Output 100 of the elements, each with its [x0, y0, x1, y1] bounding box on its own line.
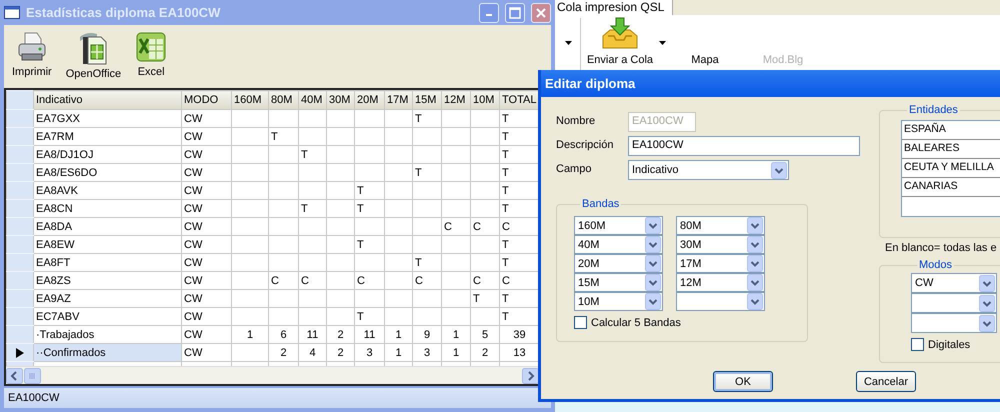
- toolbar-button[interactable]: Excel: [131, 27, 172, 82]
- table-cell: 11: [354, 326, 384, 344]
- column-header[interactable]: 40M: [298, 90, 326, 110]
- table-cell: C: [470, 272, 500, 290]
- dialog-title: Editar diploma: [541, 70, 1000, 97]
- mode-select[interactable]: CW: [911, 273, 997, 293]
- table-cell: 4: [298, 344, 326, 362]
- table-cell: ··Confirmados: [34, 344, 182, 362]
- list-item[interactable]: ESPAÑA: [902, 121, 1000, 140]
- field-select[interactable]: Indicativo: [628, 160, 789, 180]
- tab[interactable]: Cola impresion QSL: [555, 0, 674, 15]
- ok-button[interactable]: OK: [713, 371, 773, 392]
- column-header[interactable]: 30M: [326, 90, 354, 110]
- band-select[interactable]: 160M: [574, 216, 663, 235]
- table-cell: C: [470, 218, 500, 236]
- list-item[interactable]: BALEARES: [902, 140, 1000, 159]
- field-label: Nombre: [556, 114, 596, 127]
- table-cell: 1: [232, 326, 268, 344]
- band-select[interactable]: 12M: [676, 273, 765, 292]
- table-cell: CW: [182, 146, 232, 164]
- column-header[interactable]: 10M: [470, 90, 500, 110]
- table-cell: 1: [442, 326, 470, 344]
- table-cell: EA9AZ: [34, 290, 182, 308]
- table-cell: T: [268, 128, 298, 146]
- table-cell: CW: [182, 236, 232, 254]
- table-cell: T: [354, 308, 384, 326]
- table-cell: T: [412, 110, 442, 128]
- toolbar-button[interactable]: Enviar a Cola: [581, 15, 659, 66]
- table-cell: 2: [326, 344, 354, 362]
- checkbox-label[interactable]: Digitales: [928, 338, 970, 350]
- table-cell: CW: [182, 326, 232, 344]
- table-cell: T: [354, 200, 384, 218]
- table-cell: T: [412, 254, 442, 272]
- table-cell: CW: [182, 344, 232, 362]
- band-select[interactable]: 20M: [574, 254, 663, 273]
- table-cell: CW: [182, 272, 232, 290]
- table-cell: T: [412, 164, 442, 182]
- table-cell: CW: [182, 182, 232, 200]
- table-cell: C: [298, 272, 326, 290]
- group-title: Entidades: [908, 104, 959, 116]
- table-cell: CW: [182, 128, 232, 146]
- table-cell: EA7GXX: [34, 110, 182, 128]
- table-cell: CW: [182, 200, 232, 218]
- column-header[interactable]: 15M: [412, 90, 442, 110]
- table-cell: 2: [268, 344, 298, 362]
- table-cell: 5: [470, 326, 500, 344]
- band-select[interactable]: 30M: [676, 235, 765, 254]
- column-header[interactable]: MODO: [182, 90, 232, 110]
- table-cell: 6: [268, 326, 298, 344]
- table-cell: 3: [354, 344, 384, 362]
- table-cell: EA8CN: [34, 200, 182, 218]
- band-select[interactable]: 80M: [676, 216, 765, 235]
- table-cell: CW: [182, 254, 232, 272]
- band-select[interactable]: 15M: [574, 273, 663, 292]
- table-cell: 2: [470, 344, 500, 362]
- table-cell: EA8/DJ1OJ: [34, 146, 182, 164]
- input-field[interactable]: EA100CW: [628, 136, 860, 156]
- band-select[interactable]: 40M: [574, 235, 663, 254]
- column-header[interactable]: 160M: [232, 90, 268, 110]
- table-cell: EA8AVK: [34, 182, 182, 200]
- toolbar-button[interactable]: Imprimir: [8, 27, 56, 82]
- field-label: Campo: [556, 162, 592, 175]
- column-header[interactable]: 80M: [268, 90, 298, 110]
- table-cell: C: [268, 272, 298, 290]
- table-cell: 9: [412, 326, 442, 344]
- table-cell: C: [412, 272, 442, 290]
- checkbox-label[interactable]: Calcular 5 Bandas: [591, 316, 681, 328]
- cancel-button[interactable]: Cancelar: [856, 371, 916, 392]
- table-cell: T: [470, 290, 500, 308]
- column-header[interactable]: TOTAL: [500, 90, 540, 110]
- table-cell: CW: [182, 218, 232, 236]
- table-cell: CW: [182, 290, 232, 308]
- table-cell: CW: [182, 308, 232, 326]
- table-cell: T: [298, 146, 326, 164]
- list-item[interactable]: CEUTA Y MELILLA: [902, 159, 1000, 178]
- table-cell: 1: [442, 344, 470, 362]
- table-cell: EA8FT: [34, 254, 182, 272]
- list-item[interactable]: CANARIAS: [902, 178, 1000, 197]
- band-select[interactable]: 10M: [574, 292, 663, 311]
- window-title: Estadísticas diploma EA100CW: [26, 5, 222, 20]
- column-header[interactable]: 17M: [384, 90, 412, 110]
- toolbar-button[interactable]: Mapa: [666, 15, 744, 66]
- table-cell: 2: [326, 326, 354, 344]
- table-cell: EA8EW: [34, 236, 182, 254]
- column-header[interactable]: Indicativo: [34, 90, 182, 110]
- field-label: Descripción: [556, 138, 614, 151]
- status-bar: EA100CW: [4, 388, 551, 408]
- table-cell: CW: [182, 164, 232, 182]
- table-cell: CW: [182, 110, 232, 128]
- table-cell: EC7ABV: [34, 308, 182, 326]
- band-select[interactable]: 17M: [676, 254, 765, 273]
- group-title: Modos: [918, 259, 954, 271]
- table-cell: C: [354, 272, 384, 290]
- toolbar-button[interactable]: OpenOffice: [62, 27, 126, 84]
- hint-text: En blanco= todas las e: [885, 242, 998, 254]
- table-cell: 1: [384, 344, 412, 362]
- group-title: Bandas: [581, 198, 620, 210]
- column-header[interactable]: 12M: [442, 90, 470, 110]
- table-cell: T: [354, 236, 384, 254]
- column-header[interactable]: 20M: [354, 90, 384, 110]
